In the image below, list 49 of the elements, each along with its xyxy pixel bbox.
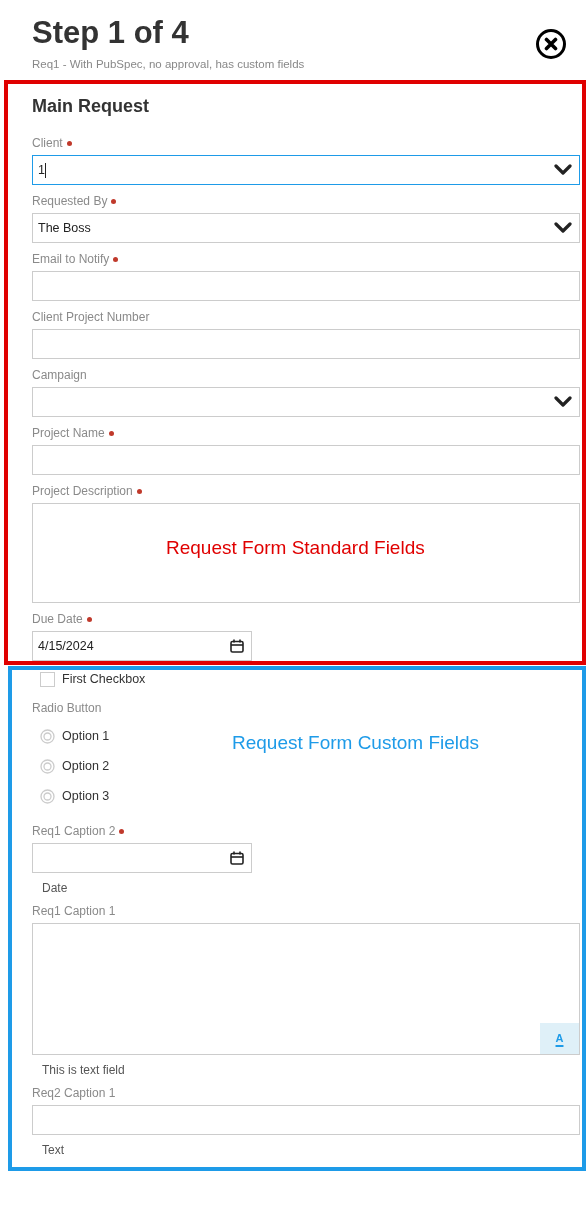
- help-text: This is text field: [41, 1063, 126, 1077]
- field-label: Req1 Caption 1: [32, 904, 116, 918]
- help-text: Date: [41, 881, 69, 895]
- field-label: Due Date: [32, 612, 92, 626]
- text-field[interactable]: [32, 1105, 580, 1135]
- calendar-icon: [230, 639, 244, 653]
- close-button[interactable]: [536, 29, 566, 59]
- date-field[interactable]: 4/15/2024: [32, 631, 252, 661]
- annotation-label: Request Form Standard Fields: [166, 536, 425, 560]
- field-label: Email to Notify: [32, 252, 119, 266]
- textarea-field[interactable]: [32, 503, 580, 603]
- close-icon: [544, 37, 558, 51]
- help-text: Text: [41, 1143, 65, 1157]
- field-label: Req2 Caption 1: [32, 1086, 116, 1100]
- field-label: Project Description: [32, 484, 142, 498]
- field-value: 4/15/2024: [38, 638, 94, 653]
- radio-button[interactable]: [40, 758, 55, 774]
- field-label: Requested By: [32, 194, 117, 208]
- select-field[interactable]: The Boss: [32, 213, 580, 243]
- date-field[interactable]: [32, 843, 252, 873]
- annotation-label: Request Form Custom Fields: [232, 731, 480, 755]
- page-subtitle: Req1 - With PubSpec, no approval, has custom fields: [32, 57, 306, 72]
- text-field[interactable]: [32, 445, 580, 475]
- calendar-icon: [230, 851, 244, 865]
- field-label: Campaign: [32, 368, 87, 382]
- radio-label: Option 1: [62, 727, 110, 745]
- text-cursor: [44, 162, 46, 178]
- field-label: Req1 Caption 2: [32, 824, 125, 838]
- field-label: Client Project Number: [32, 310, 150, 324]
- section-heading: Main Request: [32, 96, 151, 116]
- text-field[interactable]: [32, 271, 580, 301]
- select-field[interactable]: 1: [32, 155, 580, 185]
- chevron-down-icon: [554, 222, 572, 234]
- radio-label: Option 3: [62, 787, 110, 805]
- field-value: 1: [38, 161, 45, 179]
- page-title: Step 1 of 4: [32, 14, 190, 52]
- radio-button[interactable]: [40, 788, 55, 804]
- chevron-down-icon: [554, 164, 572, 176]
- field-value: The Boss: [38, 219, 91, 237]
- checkbox[interactable]: [40, 671, 55, 687]
- field-label: Project Name: [32, 426, 114, 440]
- text-field[interactable]: [32, 329, 580, 359]
- radio-label: Option 2: [62, 757, 110, 775]
- chevron-down-icon: [554, 396, 572, 408]
- checkbox-label: First Checkbox: [62, 670, 146, 688]
- radio-button[interactable]: [40, 728, 55, 744]
- field-label: Radio Button: [32, 701, 103, 715]
- select-field[interactable]: [32, 387, 580, 417]
- field-label: Client: [32, 136, 72, 150]
